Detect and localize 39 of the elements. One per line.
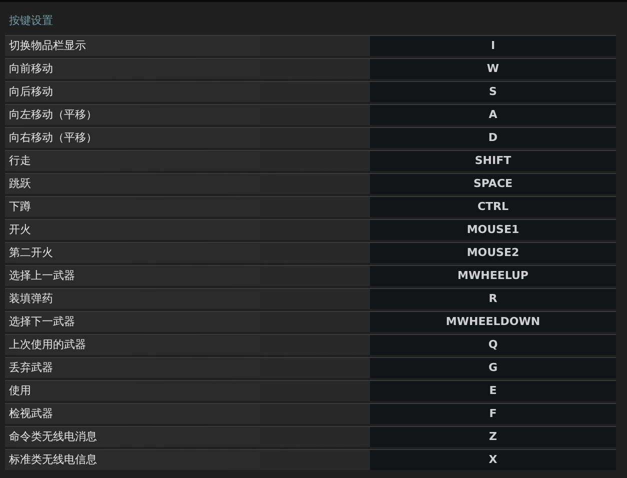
action-label: 命令类无线电消息 <box>8 429 98 445</box>
action-label: 上次使用的武器 <box>8 337 87 353</box>
key-binding-field[interactable]: Q <box>370 335 616 355</box>
key-binding-field[interactable]: A <box>370 105 616 125</box>
key-binding-field[interactable]: MOUSE1 <box>370 220 616 240</box>
action-label: 跳跃 <box>8 176 32 192</box>
action-label: 装填弹药 <box>8 291 54 307</box>
action-label: 第二开火 <box>8 245 54 261</box>
key-binding-field[interactable]: I <box>370 36 616 56</box>
section-title: 按键设置 <box>8 13 54 29</box>
action-label: 向前移动 <box>8 61 54 77</box>
key-binding-field[interactable]: MOUSE2 <box>370 243 616 263</box>
key-binding-field[interactable]: MWHEELUP <box>370 266 616 286</box>
action-label: 向后移动 <box>8 84 54 100</box>
key-binding-field[interactable]: X <box>370 450 616 470</box>
key-binding-field[interactable]: MWHEELDOWN <box>370 312 616 332</box>
action-label: 选择下一武器 <box>8 314 76 330</box>
action-label: 切换物品栏显示 <box>8 38 87 54</box>
action-label: 选择上一武器 <box>8 268 76 284</box>
action-label: 检视武器 <box>8 406 54 422</box>
action-label: 丢弃武器 <box>8 360 54 376</box>
key-binding-field[interactable]: R <box>370 289 616 309</box>
key-binding-field[interactable]: W <box>370 59 616 79</box>
key-binding-field[interactable]: Z <box>370 427 616 447</box>
action-label: 标准类无线电信息 <box>8 452 98 468</box>
key-binding-field[interactable]: SHIFT <box>370 151 616 171</box>
action-label: 下蹲 <box>8 199 32 215</box>
key-binding-field[interactable]: G <box>370 358 616 378</box>
action-label: 开火 <box>8 222 32 238</box>
action-label: 向左移动（平移） <box>8 107 98 123</box>
action-label: 使用 <box>8 383 32 399</box>
action-label: 向右移动（平移） <box>8 130 98 146</box>
key-binding-field[interactable]: SPACE <box>370 174 616 194</box>
key-binding-field[interactable]: D <box>370 128 616 148</box>
action-label: 行走 <box>8 153 32 169</box>
key-binding-field[interactable]: S <box>370 82 616 102</box>
key-binding-field[interactable]: E <box>370 381 616 401</box>
key-binding-field[interactable]: CTRL <box>370 197 616 217</box>
key-binding-field[interactable]: F <box>370 404 616 424</box>
